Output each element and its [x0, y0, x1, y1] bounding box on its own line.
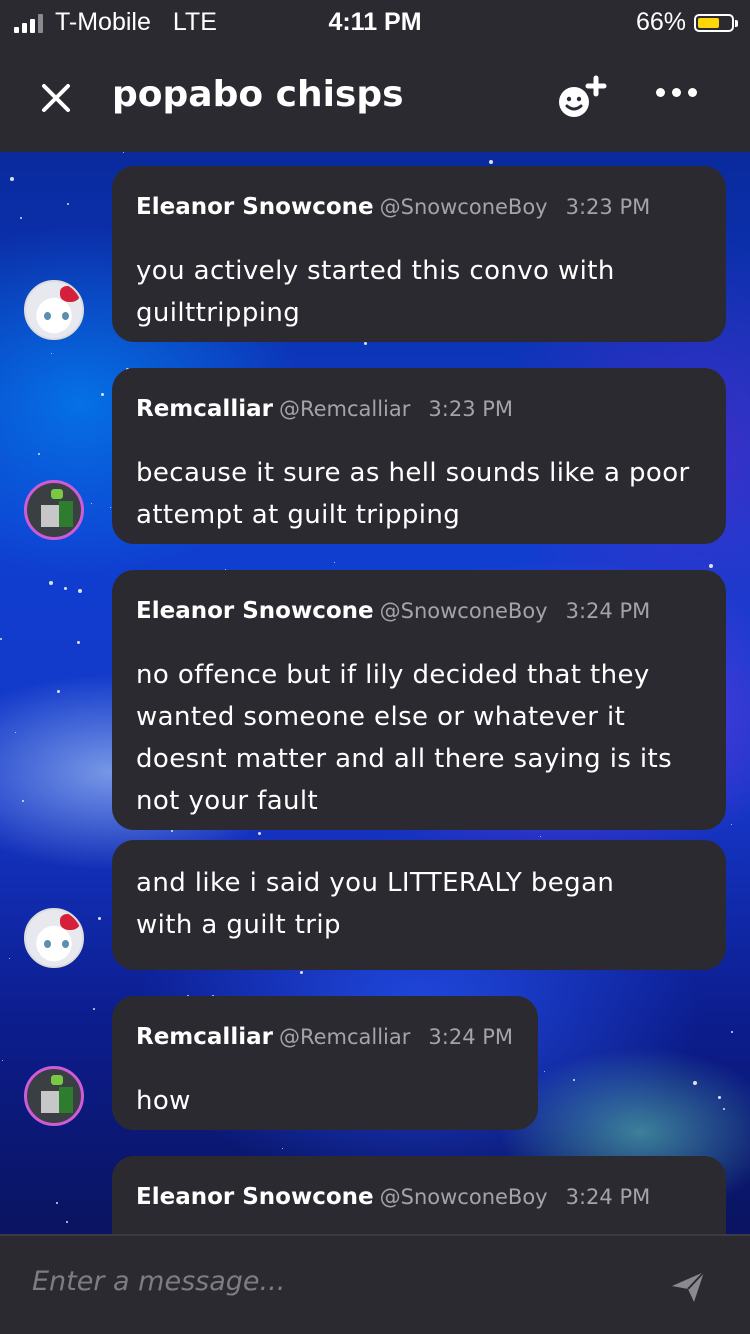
message-author[interactable]: Eleanor Snowcone — [136, 194, 374, 220]
star-decoration — [258, 832, 261, 835]
message-text: you actively started this convo with guil… — [136, 256, 615, 328]
message-time: 3:24 PM — [565, 599, 651, 623]
more-dots-icon[interactable] — [656, 88, 697, 97]
star-decoration — [718, 1096, 721, 1099]
star-decoration — [723, 1108, 725, 1110]
star-decoration — [77, 641, 80, 644]
smiley-plus-icon[interactable] — [556, 74, 608, 122]
star-decoration — [364, 342, 367, 345]
star-decoration — [66, 1221, 68, 1223]
message-bubble[interactable]: Eleanor Snowcone @SnowconeBoy 3:23 PM you … — [112, 166, 726, 342]
message-bubble[interactable]: Remcalliar @Remcalliar 3:23 PM because it … — [112, 368, 726, 544]
star-decoration — [300, 971, 303, 974]
star-decoration — [67, 203, 69, 205]
star-decoration — [709, 564, 713, 568]
message-time: 3:24 PM — [565, 1185, 651, 1209]
send-icon[interactable] — [668, 1266, 708, 1306]
star-decoration — [101, 393, 104, 396]
star-decoration — [56, 1202, 58, 1204]
message-bubble[interactable]: and like i said you LITTERALY began with … — [112, 840, 726, 970]
message-handle: @Remcalliar — [278, 397, 411, 421]
message-handle: @Remcalliar — [278, 1025, 411, 1049]
star-decoration — [334, 562, 335, 563]
star-decoration — [64, 587, 67, 590]
star-decoration — [9, 958, 10, 959]
message-text: because it sure as hell sounds like a po… — [136, 458, 690, 530]
message-handle: @SnowconeBoy — [379, 599, 548, 623]
star-decoration — [93, 1008, 95, 1010]
avatar-remcalliar[interactable] — [24, 480, 84, 540]
star-decoration — [123, 152, 124, 153]
star-decoration — [489, 160, 493, 164]
message-text: how — [136, 1086, 191, 1116]
message-author[interactable]: Eleanor Snowcone — [136, 1184, 374, 1210]
message-bubble[interactable]: Eleanor Snowcone @SnowconeBoy 3:24 PM — [112, 1156, 726, 1234]
star-decoration — [110, 507, 111, 508]
star-decoration — [78, 589, 82, 593]
chat-title: popabo chisps — [112, 74, 404, 115]
star-decoration — [731, 824, 732, 825]
message-handle: @SnowconeBoy — [379, 195, 548, 219]
message-handle: @SnowconeBoy — [379, 1185, 548, 1209]
close-icon[interactable] — [36, 78, 76, 118]
message-composer: Enter a message... — [0, 1234, 750, 1334]
message-time: 3:23 PM — [428, 397, 514, 421]
star-decoration — [91, 503, 92, 504]
avatar-eleanor[interactable] — [24, 280, 84, 340]
star-decoration — [731, 1031, 733, 1033]
battery-percent: 66% — [635, 8, 686, 36]
star-decoration — [15, 732, 16, 733]
star-decoration — [10, 177, 14, 181]
message-author[interactable]: Remcalliar — [136, 1024, 273, 1050]
star-decoration — [544, 1071, 545, 1072]
star-decoration — [2, 1060, 3, 1061]
star-decoration — [20, 217, 22, 219]
star-decoration — [57, 690, 60, 693]
star-decoration — [282, 1148, 283, 1149]
message-text: and like i said you LITTERALY began with … — [136, 868, 615, 940]
star-decoration — [171, 830, 173, 832]
message-author[interactable]: Eleanor Snowcone — [136, 598, 374, 624]
chat-background: Eleanor Snowcone @SnowconeBoy 3:23 PM you … — [0, 152, 750, 1234]
battery-icon — [694, 13, 738, 32]
message-time: 3:24 PM — [428, 1025, 514, 1049]
star-decoration — [98, 917, 101, 920]
avatar-eleanor[interactable] — [24, 908, 84, 968]
message-time: 3:23 PM — [565, 195, 651, 219]
star-decoration — [22, 800, 24, 802]
star-decoration — [540, 836, 541, 837]
message-input[interactable]: Enter a message... — [32, 1266, 285, 1297]
message-text: no offence but if lily decided that they… — [136, 660, 673, 816]
message-bubble[interactable]: Eleanor Snowcone @SnowconeBoy 3:24 PM no o… — [112, 570, 726, 830]
message-author[interactable]: Remcalliar — [136, 396, 273, 422]
star-decoration — [0, 638, 2, 640]
avatar-remcalliar[interactable] — [24, 1066, 84, 1126]
message-bubble[interactable]: Remcalliar @Remcalliar 3:24 PM how — [112, 996, 538, 1130]
star-decoration — [51, 353, 52, 354]
status-bar: T-Mobile LTE 4:11 PM 66% — [0, 0, 750, 44]
chat-header: popabo chisps — [0, 44, 750, 152]
star-decoration — [573, 1079, 575, 1081]
star-decoration — [38, 453, 40, 455]
star-decoration — [693, 1081, 697, 1085]
star-decoration — [49, 581, 53, 585]
